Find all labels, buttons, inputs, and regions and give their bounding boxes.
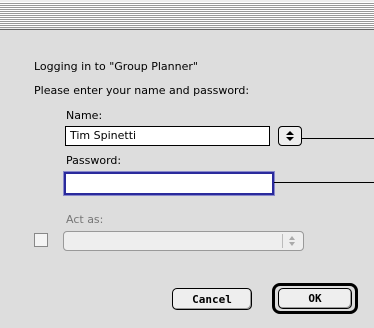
name-callout-line [302,138,374,139]
password-callout-line [274,182,374,183]
ok-button[interactable]: OK [278,288,352,309]
act-as-select[interactable] [63,231,304,251]
up-down-arrows-icon [282,234,301,248]
instruction-text: Please enter your name and password: [34,84,250,97]
name-label: Name: [66,109,103,122]
logging-in-text: Logging in to "Group Planner" [34,60,198,73]
act-as-checkbox[interactable] [34,233,48,247]
password-field[interactable] [63,171,275,196]
cancel-button[interactable]: Cancel [172,288,252,310]
name-popup-button[interactable] [278,126,302,146]
name-field[interactable]: Tim Spinetti [65,126,270,146]
title-bar[interactable] [0,0,374,30]
title-bar-stripes [0,2,374,28]
login-dialog: Logging in to "Group Planner" Please ent… [0,0,374,328]
password-label: Password: [66,154,122,167]
up-down-arrows-icon [285,130,295,142]
act-as-label: Act as: [66,213,104,226]
